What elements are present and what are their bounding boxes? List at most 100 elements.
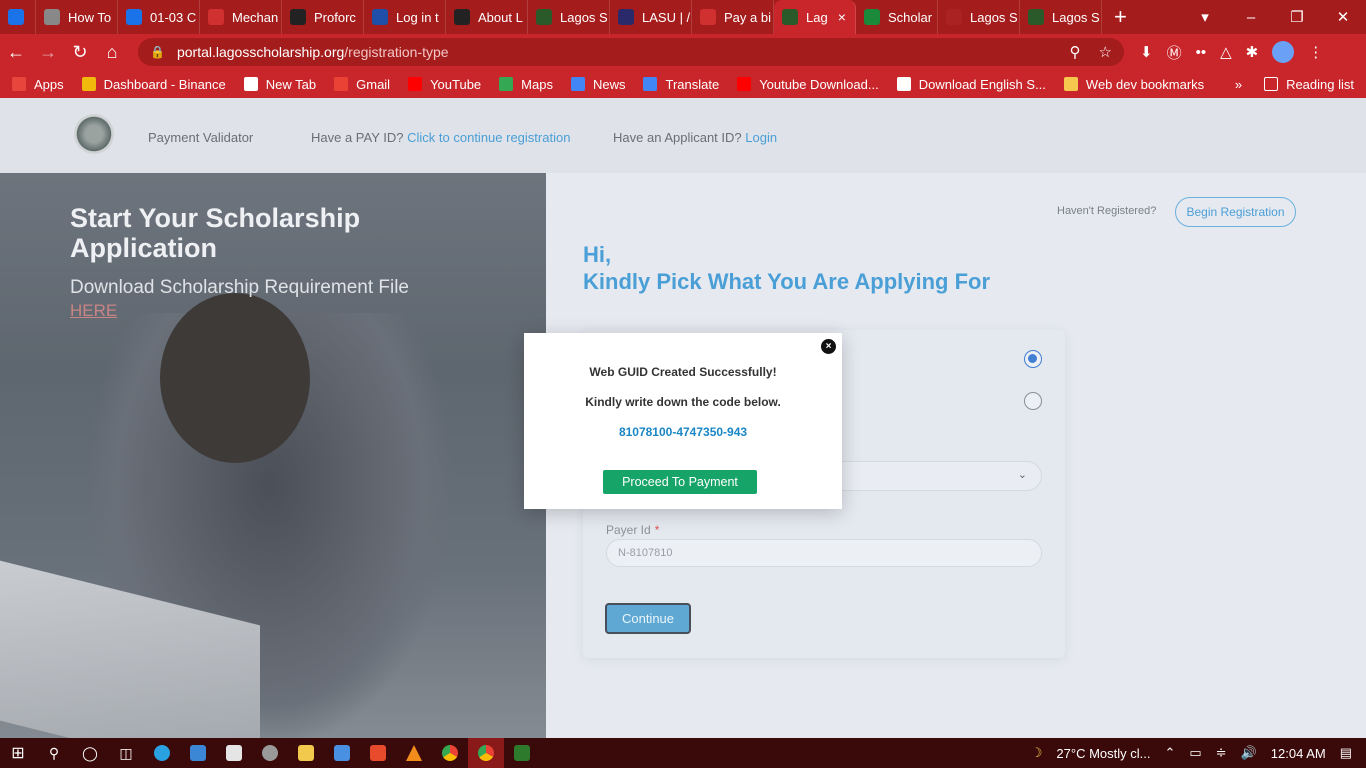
- reading-list[interactable]: Reading list: [1264, 77, 1354, 92]
- bookmark-icon: [499, 77, 514, 91]
- close-window-icon[interactable]: ✕: [1320, 8, 1366, 26]
- dots-extension-icon[interactable]: ••: [1196, 44, 1207, 61]
- payment-validator-link[interactable]: Payment Validator: [148, 130, 253, 145]
- payer-id-field[interactable]: N-8107810: [606, 539, 1042, 567]
- browser-tab[interactable]: Pay a bi: [692, 0, 774, 34]
- chrome-icon[interactable]: [432, 738, 468, 768]
- tab-search-icon[interactable]: ▾: [1182, 8, 1228, 26]
- bookmark-label: Maps: [521, 76, 553, 92]
- vlc-icon[interactable]: [396, 738, 432, 768]
- chrome-active-icon[interactable]: [468, 738, 504, 768]
- app-icon[interactable]: [504, 738, 540, 768]
- bookmark-item[interactable]: YouTube: [408, 77, 481, 92]
- bookmark-item[interactable]: Dashboard - Binance: [81, 77, 226, 92]
- w-extension-icon[interactable]: Ⓜ: [1167, 42, 1182, 63]
- lagos-scholarship-logo[interactable]: [74, 114, 114, 154]
- bookmark-item[interactable]: News: [570, 77, 625, 92]
- browser-tab[interactable]: About L: [446, 0, 528, 34]
- address-bar[interactable]: 🔒 portal.lagosscholarship.org/registrati…: [138, 38, 1124, 66]
- download-here-link[interactable]: HERE: [70, 301, 117, 321]
- triangle-extension-icon[interactable]: △: [1220, 43, 1232, 61]
- browser-tab[interactable]: How To: [36, 0, 118, 34]
- application-type-radio-1[interactable]: [1024, 350, 1042, 368]
- restore-icon[interactable]: ❐: [1274, 8, 1320, 26]
- store-icon[interactable]: [216, 738, 252, 768]
- notepad-icon[interactable]: [324, 738, 360, 768]
- browser-tab[interactable]: Lagos S: [938, 0, 1020, 34]
- guid-success-modal: × Web GUID Created Successfully! Kindly …: [524, 333, 842, 509]
- bookmark-item[interactable]: Download English S...: [896, 77, 1046, 92]
- browser-tab[interactable]: 01-03 C: [118, 0, 200, 34]
- browser-tab[interactable]: Lagos S: [528, 0, 610, 34]
- mail-icon[interactable]: [180, 738, 216, 768]
- edge-icon[interactable]: [144, 738, 180, 768]
- download-extension-icon[interactable]: ⬇: [1140, 43, 1153, 61]
- bookmark-item[interactable]: Web dev bookmarks: [1063, 76, 1205, 92]
- continue-button[interactable]: Continue: [605, 603, 691, 634]
- task-view-icon[interactable]: ◫: [108, 738, 144, 768]
- weather-text[interactable]: 27°C Mostly cl...: [1056, 746, 1150, 761]
- bookmark-item[interactable]: Maps: [499, 77, 553, 92]
- bookmark-item[interactable]: New Tab: [243, 77, 316, 92]
- key-icon[interactable]: ⚲: [1070, 43, 1081, 61]
- bookmark-item[interactable]: Youtube Download...: [737, 77, 879, 92]
- media-icon[interactable]: [252, 738, 288, 768]
- home-icon[interactable]: ⌂: [96, 42, 128, 63]
- reload-icon[interactable]: ↻: [64, 42, 96, 63]
- forward-arrow-icon[interactable]: →: [32, 42, 64, 63]
- login-link[interactable]: Login: [745, 130, 777, 145]
- bookmark-icon: [570, 77, 585, 91]
- tab-title: Mechan: [232, 9, 279, 25]
- tab-title: LASU | /: [642, 9, 691, 25]
- continue-registration-link[interactable]: Click to continue registration: [407, 130, 570, 145]
- system-tray: ☽ 27°C Mostly cl... ⌃ ▭ ≑ 🔊 12:04 AM ▤: [1031, 745, 1366, 761]
- proforce-icon: [290, 9, 306, 25]
- browser-tab[interactable]: Lag ×: [774, 0, 856, 34]
- browser-tab[interactable]: [0, 0, 36, 34]
- bookmarks-more-icon[interactable]: »: [1235, 77, 1242, 92]
- tab-title: Lag: [806, 9, 828, 25]
- c-logo-icon: [8, 9, 24, 25]
- profile-avatar[interactable]: [1272, 41, 1295, 63]
- pay-id-prefix: Have a PAY ID?: [311, 130, 404, 145]
- notifications-icon[interactable]: ▤: [1340, 745, 1352, 761]
- bookmark-icon: [408, 77, 423, 91]
- hero-image-panel: Start Your Scholarship Application Downl…: [0, 173, 546, 738]
- bookmark-item[interactable]: Translate: [643, 77, 719, 92]
- file-explorer-icon[interactable]: [288, 738, 324, 768]
- cortana-icon[interactable]: ◯: [72, 738, 108, 768]
- pay-id-prompt: Have a PAY ID? Click to continue registr…: [311, 130, 570, 145]
- clock[interactable]: 12:04 AM: [1271, 746, 1326, 761]
- browser-tab[interactable]: Scholar: [856, 0, 938, 34]
- star-icon[interactable]: ☆: [1099, 43, 1112, 61]
- browser-tab[interactable]: LASU | /: [610, 0, 692, 34]
- office-icon[interactable]: [360, 738, 396, 768]
- windows-start-icon[interactable]: ⊞: [0, 738, 36, 768]
- bookmark-label: Web dev bookmarks: [1085, 76, 1205, 92]
- tray-chevron-up-icon[interactable]: ⌃: [1164, 745, 1175, 761]
- menu-dots-icon[interactable]: ⋮: [1308, 43, 1323, 61]
- browser-tab[interactable]: Log in t: [364, 0, 446, 34]
- application-type-radio-2[interactable]: [1024, 392, 1042, 410]
- close-icon[interactable]: ×: [821, 339, 836, 354]
- bookmark-icon: [737, 77, 752, 91]
- volume-icon[interactable]: 🔊: [1241, 745, 1257, 761]
- back-arrow-icon[interactable]: ←: [0, 42, 32, 63]
- proceed-to-payment-button[interactable]: Proceed To Payment: [603, 470, 757, 494]
- browser-tab[interactable]: Lagos S: [1020, 0, 1102, 34]
- bookmark-item[interactable]: Apps: [12, 77, 64, 92]
- web-guid-code: 81078100-4747350-943: [618, 425, 748, 439]
- search-icon[interactable]: ⚲: [36, 738, 72, 768]
- bookmark-icon: [643, 77, 658, 91]
- bookmark-item[interactable]: Gmail: [334, 77, 390, 92]
- new-tab-button[interactable]: +: [1102, 4, 1139, 30]
- wifi-icon[interactable]: ≑: [1216, 745, 1227, 761]
- minimize-icon[interactable]: –: [1228, 9, 1274, 26]
- begin-registration-button[interactable]: Begin Registration: [1175, 197, 1296, 227]
- tab-title: Lagos S: [560, 9, 608, 25]
- close-tab-icon[interactable]: ×: [838, 9, 846, 25]
- battery-icon[interactable]: ▭: [1189, 745, 1201, 761]
- puzzle-icon[interactable]: ✱: [1246, 43, 1259, 61]
- browser-tab[interactable]: Mechan: [200, 0, 282, 34]
- browser-tab[interactable]: Proforc: [282, 0, 364, 34]
